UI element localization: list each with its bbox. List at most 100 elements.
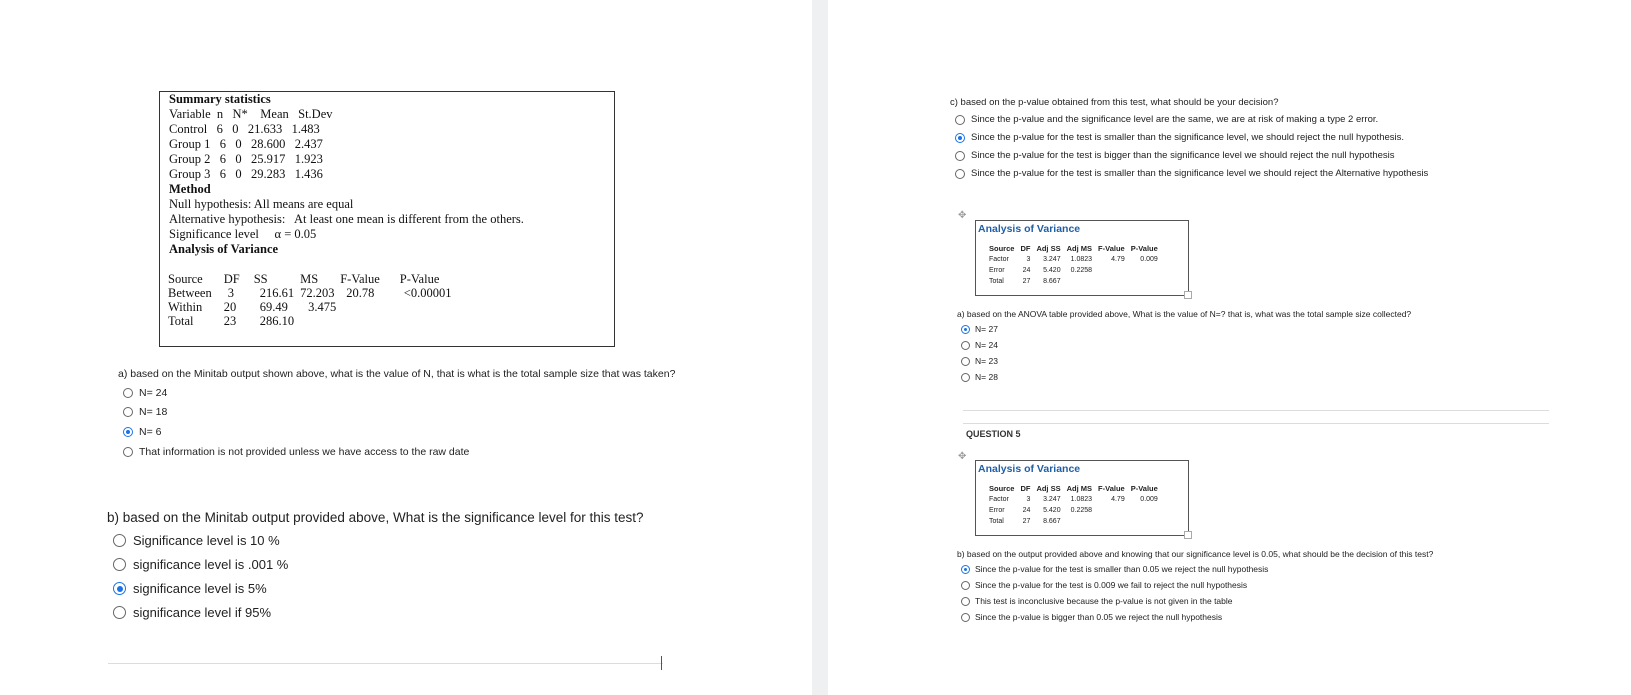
table-header-cell: DF xyxy=(1020,244,1031,253)
table-cell xyxy=(296,314,340,328)
radio-circle-icon[interactable] xyxy=(961,340,970,350)
radio-selected-icon[interactable] xyxy=(113,582,126,595)
radio-circle-icon[interactable] xyxy=(961,580,970,590)
table-header-cell: Source xyxy=(989,244,1015,253)
radio-option[interactable]: Since the p-value is bigger than 0.05 we… xyxy=(961,612,1222,622)
table-cell: 4.79 xyxy=(1111,496,1125,503)
table-cell xyxy=(1064,276,1095,287)
radio-option[interactable]: N= 24 xyxy=(123,387,167,399)
anova-image-1[interactable]: Analysis of Variance Source DF Adj SS Ad… xyxy=(975,220,1192,299)
horizontal-rule xyxy=(108,663,663,664)
radio-circle-icon[interactable] xyxy=(123,407,133,417)
table-row: Source DF SS MS F-Value P-Value xyxy=(166,272,451,286)
radio-option[interactable]: N= 27 xyxy=(961,324,998,334)
radio-selected-icon[interactable] xyxy=(961,324,970,334)
anova-image-2[interactable]: Analysis of Variance Source DF Adj SS Ad… xyxy=(975,460,1192,539)
radio-option[interactable]: significance level is 5% xyxy=(113,581,267,596)
table-cell: Error xyxy=(989,507,1005,514)
table-cell: 20 xyxy=(223,300,237,314)
radio-circle-icon[interactable] xyxy=(955,150,965,161)
horizontal-rule xyxy=(963,423,1549,424)
table-cell xyxy=(340,314,400,328)
radio-option[interactable]: N= 28 xyxy=(961,372,998,382)
summary-line: Analysis of Variance xyxy=(169,242,279,256)
radio-option[interactable]: significance level if 95% xyxy=(113,605,271,620)
move-handle-icon[interactable]: ✥ xyxy=(958,210,966,221)
radio-option-label: N= 6 xyxy=(139,426,162,438)
radio-option[interactable]: Since the p-value and the significance l… xyxy=(955,114,1378,125)
radio-circle-icon[interactable] xyxy=(955,114,965,125)
table-cell xyxy=(1128,265,1161,276)
radio-circle-icon[interactable] xyxy=(961,596,970,606)
table-header-cell: F-Value xyxy=(340,272,380,286)
radio-option-label: N= 24 xyxy=(139,387,168,399)
radio-option[interactable]: N= 24 xyxy=(961,340,998,350)
question-c-prompt: c) based on the p-value obtained from th… xyxy=(950,97,1279,108)
table-cell xyxy=(1095,516,1128,527)
radio-selected-icon[interactable] xyxy=(961,564,970,574)
radio-option[interactable]: N= 6 xyxy=(123,426,161,438)
table-header-cell: MS xyxy=(300,272,319,286)
radio-circle-icon[interactable] xyxy=(113,558,126,571)
radio-circle-icon[interactable] xyxy=(123,447,133,457)
radio-option-label: Since the p-value for the test is smalle… xyxy=(971,132,1405,143)
table-cell: 4.79 xyxy=(1111,256,1125,263)
radio-option[interactable]: This test is inconclusive because the p-… xyxy=(961,596,1233,606)
radio-option-label: Since the p-value for the test is 0.009 … xyxy=(975,580,1248,590)
table-header-cell: Adj MS xyxy=(1066,244,1093,253)
radio-option[interactable]: N= 23 xyxy=(961,356,998,366)
table-cell: 20.78 xyxy=(346,286,375,300)
radio-option[interactable]: Significance level is 10 % xyxy=(113,533,280,548)
radio-option-label: Since the p-value for the test is bigger… xyxy=(971,150,1395,161)
radio-option[interactable]: That information is not provided unless … xyxy=(123,446,469,458)
radio-circle-icon[interactable] xyxy=(113,534,126,547)
summary-line: Null hypothesis: All means are equal xyxy=(169,197,354,211)
radio-option-label: significance level is .001 % xyxy=(133,557,289,572)
table-cell: 3.247 xyxy=(1043,256,1061,263)
radio-option[interactable]: Since the p-value for the test is smalle… xyxy=(955,132,1404,143)
radio-selected-icon[interactable] xyxy=(955,132,965,143)
radio-option[interactable]: Since the p-value for the test is smalle… xyxy=(961,564,1268,574)
table-row: Between 3 216.61 72.203 20.78 <0.00001 xyxy=(166,286,451,300)
radio-option[interactable]: Since the p-value for the test is 0.009 … xyxy=(961,580,1247,590)
radio-circle-icon[interactable] xyxy=(961,612,970,622)
radio-selected-icon[interactable] xyxy=(123,427,133,437)
table-cell: Total xyxy=(168,314,194,328)
radio-circle-icon[interactable] xyxy=(955,168,965,179)
table-cell: 216.61 xyxy=(259,286,295,300)
table-row: Total 23 286.10 xyxy=(166,314,451,328)
radio-option[interactable]: Since the p-value for the test is bigger… xyxy=(955,150,1395,161)
radio-option[interactable]: significance level is .001 % xyxy=(113,557,288,572)
radio-circle-icon[interactable] xyxy=(113,606,126,619)
table-header-cell: Adj MS xyxy=(1066,484,1093,493)
resize-handle[interactable] xyxy=(1184,291,1192,299)
radio-circle-icon[interactable] xyxy=(123,388,133,398)
summary-line: Group 3 6 0 29.283 1.436 xyxy=(169,167,323,181)
move-handle-icon[interactable]: ✥ xyxy=(958,451,966,462)
summary-line: Alternative hypothesis: At least one mea… xyxy=(169,212,524,226)
radio-option-label: significance level if 95% xyxy=(133,605,272,620)
summary-line: Method xyxy=(169,182,211,196)
radio-circle-icon[interactable] xyxy=(961,372,970,382)
resize-handle[interactable] xyxy=(1184,531,1192,539)
radio-circle-icon[interactable] xyxy=(961,356,970,366)
radio-option-label: N= 28 xyxy=(975,372,998,382)
table-cell: 24 xyxy=(1022,267,1031,274)
table-row: Within 20 69.49 3.475 xyxy=(166,300,451,314)
radio-option[interactable]: Since the p-value for the test is smalle… xyxy=(955,168,1428,179)
table-header-cell: F-Value xyxy=(1098,484,1125,493)
summary-line: Control 6 0 21.633 1.483 xyxy=(169,122,320,136)
radio-option-label: N= 23 xyxy=(975,356,998,366)
table-row: Total 27 8.667 xyxy=(986,276,1161,287)
horizontal-rule xyxy=(963,410,1549,411)
table-cell: 3.247 xyxy=(1043,496,1061,503)
table-header-cell: Source xyxy=(989,484,1015,493)
question-b5-prompt: b) based on the output provided above an… xyxy=(957,549,1434,559)
summary-line: Significance level α = 0.05 xyxy=(169,227,317,241)
radio-option[interactable]: N= 18 xyxy=(123,406,167,418)
question-a2-prompt: a) based on the ANOVA table provided abo… xyxy=(957,309,1412,319)
table-cell: 0.009 xyxy=(1140,256,1158,263)
radio-option-label: N= 27 xyxy=(975,324,998,334)
table-row: Factor 3 3.247 1.0823 4.79 0.009 xyxy=(986,494,1161,505)
table-cell: 69.49 xyxy=(259,300,288,314)
